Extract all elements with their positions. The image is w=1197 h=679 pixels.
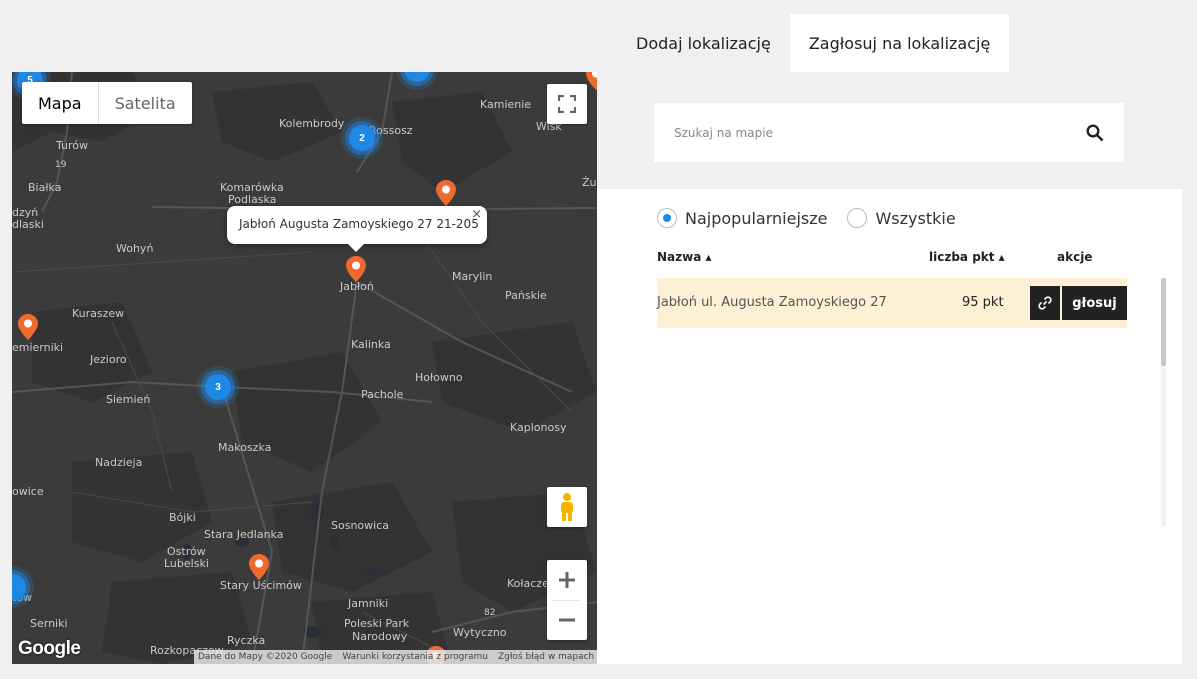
place-label: Sosnowica <box>331 519 389 532</box>
place-label: Makoszka <box>218 441 272 454</box>
marker-cluster[interactable]: 2 <box>349 125 375 151</box>
radio-selected-dot <box>663 214 671 222</box>
locations-panel: Szukaj na mapie Najpopularniejsze Wszyst… <box>597 72 1182 664</box>
location-marker-icon[interactable] <box>586 72 597 90</box>
place-label: Marylin <box>452 270 493 283</box>
place-label: Hołowno <box>415 371 463 384</box>
filter-label: Najpopularniejsze <box>685 208 828 228</box>
place-label: Stary Uścimów <box>220 579 302 592</box>
place-label: owice <box>12 485 44 498</box>
place-label: Nadzieja <box>95 456 143 469</box>
fullscreen-icon <box>558 95 576 113</box>
place-label: Narodowy <box>352 630 408 643</box>
close-icon[interactable]: × <box>471 207 482 222</box>
place-label: Bójki <box>169 511 196 524</box>
place-label: Białka <box>28 181 62 194</box>
map-background <box>12 72 597 664</box>
place-label: Ryczka <box>227 634 266 647</box>
place-label: Turów <box>56 139 89 152</box>
column-points-header[interactable]: liczba pkt ▴ <box>929 250 1005 264</box>
zoom-out-button[interactable] <box>547 600 587 640</box>
place-label: Siemień <box>106 393 151 406</box>
place-label: Pachole <box>361 388 404 401</box>
tab-vote-location[interactable]: Zagłosuj na lokalizację <box>789 14 1010 72</box>
place-label: dlaski <box>12 218 44 231</box>
place-label: Żu <box>582 176 597 189</box>
map-type-satellite-button[interactable]: Satelita <box>99 82 192 124</box>
column-actions-header: akcje <box>1057 250 1093 264</box>
search-icon[interactable] <box>1086 123 1104 142</box>
tab-bar: Dodaj lokalizację Zagłosuj na lokalizacj… <box>617 14 1010 72</box>
place-label: Wohyń <box>116 242 154 255</box>
sort-filter: Najpopularniejsze Wszystkie <box>657 208 956 228</box>
place-label: Podlaska <box>228 193 277 206</box>
radio-circle <box>847 208 868 228</box>
location-marker-icon[interactable] <box>346 256 366 282</box>
place-label: Jezioro <box>90 353 127 366</box>
road-number: 82 <box>484 608 496 618</box>
report-error-link[interactable]: Zgłoś błąd w mapach <box>498 652 594 662</box>
column-name-header[interactable]: Nazwa ▴ <box>657 250 712 264</box>
plus-icon <box>559 572 575 588</box>
place-label: Pańskie <box>505 289 547 302</box>
table-row: Jabłoń ul. Augusta Zamoyskiego 27 95 pkt… <box>657 278 1127 328</box>
fullscreen-button[interactable] <box>547 84 587 124</box>
location-name: Jabłoń ul. Augusta Zamoyskiego 27 <box>657 295 887 310</box>
place-label: Lubelski <box>164 557 209 570</box>
place-label: Kołacze <box>507 577 549 590</box>
road-number: 19 <box>55 160 67 170</box>
location-marker-icon[interactable] <box>249 554 269 580</box>
link-icon <box>1038 296 1052 310</box>
street-view-button[interactable] <box>547 487 587 527</box>
map-view[interactable]: Kamienie Kolembrody Rossosz Wisk Turów 1… <box>12 72 597 664</box>
table-header: Nazwa ▴ liczba pkt ▴ akcje <box>657 250 1127 270</box>
place-label: Stara Jedlanka <box>204 528 284 541</box>
place-label: Wytyczno <box>453 626 507 639</box>
marker-info-popup: Jabłoń Augusta Zamoyskiego 27 21-205 × <box>227 206 487 252</box>
pegman-icon <box>561 493 573 521</box>
filter-all-radio[interactable]: Wszystkie <box>847 208 956 228</box>
place-label: Kalinka <box>351 338 391 351</box>
search-placeholder: Szukaj na mapie <box>674 125 773 140</box>
place-label: Kuraszew <box>72 307 125 320</box>
zoom-in-button[interactable] <box>547 560 587 600</box>
location-marker-icon[interactable] <box>436 180 456 206</box>
divider <box>553 600 581 601</box>
radio-circle <box>657 208 677 228</box>
marker-cluster[interactable]: 3 <box>205 374 231 400</box>
filter-label: Wszystkie <box>875 208 956 228</box>
place-label: Rossosz <box>369 124 413 137</box>
popup-address: Jabłoń Augusta Zamoyskiego 27 21-205 <box>239 217 479 231</box>
tab-add-location[interactable]: Dodaj lokalizację <box>617 14 790 72</box>
place-label: Kamienie <box>480 98 532 111</box>
google-logo: Google <box>18 638 81 659</box>
location-marker-icon[interactable] <box>18 314 38 340</box>
zoom-control <box>547 560 587 640</box>
place-label: Serniki <box>30 617 68 630</box>
map-type-control: Mapa Satelita <box>22 82 192 124</box>
location-points: 95 pkt <box>962 295 1004 310</box>
terms-link[interactable]: Warunki korzystania z programu <box>342 652 488 662</box>
place-label: emierniki <box>12 341 64 354</box>
map-data-credit: Dane do Mapy ©2020 Google <box>198 652 333 662</box>
map-type-map-button[interactable]: Mapa <box>22 82 99 124</box>
vote-button[interactable]: głosuj <box>1062 286 1127 320</box>
filter-popular-radio[interactable]: Najpopularniejsze <box>657 208 827 228</box>
list-scrollbar[interactable] <box>1161 278 1166 526</box>
place-label: Kaplonosy <box>510 421 567 434</box>
scrollbar-thumb[interactable] <box>1161 278 1166 366</box>
copy-link-button[interactable] <box>1030 286 1060 320</box>
place-label: Kolembrody <box>279 117 345 130</box>
place-label: Poleski Park <box>344 617 410 630</box>
minus-icon <box>559 618 575 622</box>
map-search-field[interactable]: Szukaj na mapie <box>654 103 1124 162</box>
place-label: Jamniki <box>348 597 389 610</box>
map-attribution: Dane do Mapy ©2020 Google Warunki korzys… <box>194 650 597 664</box>
